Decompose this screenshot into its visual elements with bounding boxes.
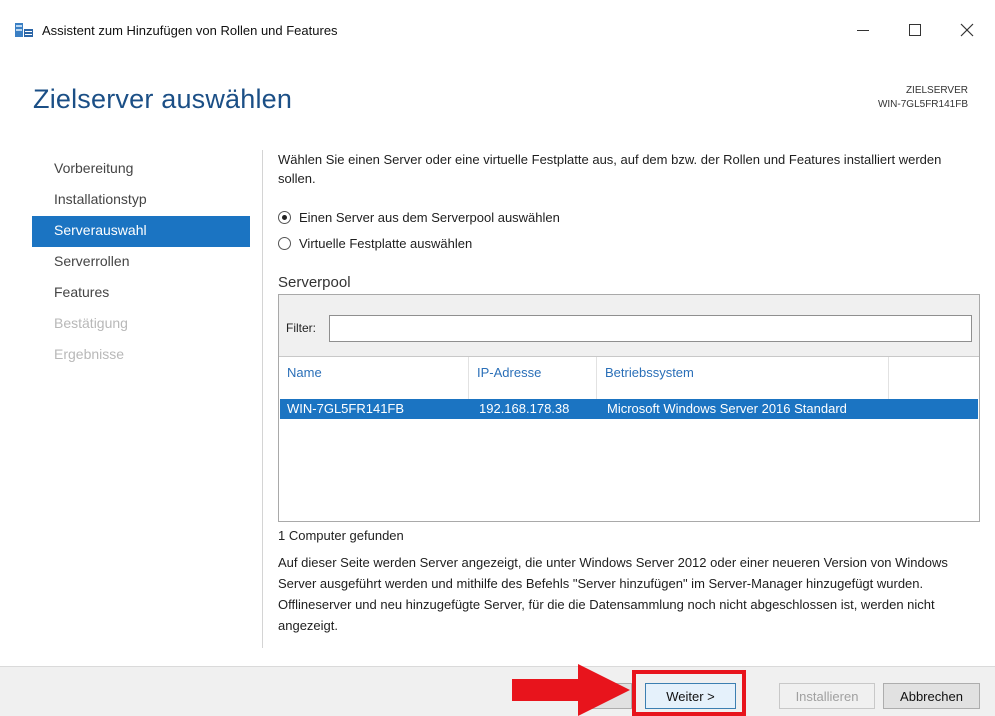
radio-virtual-disk[interactable]: [278, 237, 291, 250]
intro-text: Wählen Sie einen Server oder eine virtue…: [278, 152, 942, 186]
minimize-button[interactable]: [840, 14, 886, 46]
title-bar: Assistent zum Hinzufügen von Rollen und …: [0, 0, 995, 56]
option-server-pool[interactable]: Einen Server aus dem Serverpool auswähle…: [278, 210, 560, 225]
nav-item-features[interactable]: Features: [32, 278, 250, 309]
wizard-footer: Weiter > Installieren Abbrechen: [0, 666, 995, 716]
nav-item-serverrollen[interactable]: Serverrollen: [32, 247, 250, 278]
cell-operating-system: Microsoft Windows Server 2016 Standard: [607, 401, 847, 416]
found-count: 1 Computer gefunden: [278, 528, 404, 543]
column-header-os[interactable]: Betriebssystem: [597, 357, 889, 399]
cell-ip-address: 192.168.178.38: [479, 401, 570, 416]
description-text: Auf dieser Seite werden Server angezeigt…: [278, 555, 948, 633]
filter-bar: Filter:: [279, 295, 979, 357]
close-icon: [960, 23, 974, 37]
table-row[interactable]: WIN-7GL5FR141FB 192.168.178.38 Microsoft…: [280, 399, 978, 419]
annotation-highlight-box: [632, 670, 746, 716]
page-title: Zielserver auswählen: [33, 84, 293, 114]
serverpool-label: Serverpool: [278, 274, 351, 291]
cell-server-name: WIN-7GL5FR141FB: [287, 401, 405, 416]
maximize-button[interactable]: [892, 14, 938, 46]
column-header-ip[interactable]: IP-Adresse: [469, 357, 597, 399]
nav-item-ergebnisse: Ergebnisse: [54, 346, 125, 362]
nav-item-vorbereitung[interactable]: Vorbereitung: [32, 154, 250, 185]
serverpool-list: Filter: Name IP-Adresse Betriebssystem W…: [278, 294, 980, 522]
annotation-arrow-icon: [512, 664, 630, 716]
option-server-pool-label: Einen Server aus dem Serverpool auswähle…: [299, 210, 560, 225]
radio-server-pool[interactable]: [278, 211, 291, 224]
nav-divider: [262, 150, 263, 648]
option-virtual-disk-label: Virtuelle Festplatte auswählen: [299, 236, 473, 251]
nav-item-installationstyp[interactable]: Installationstyp: [32, 185, 250, 216]
window-title: Assistent zum Hinzufügen von Rollen und …: [42, 23, 338, 38]
option-virtual-disk[interactable]: Virtuelle Festplatte auswählen: [278, 236, 472, 251]
close-button[interactable]: [944, 14, 990, 46]
server-manager-icon: [15, 23, 33, 37]
cancel-button[interactable]: Abbrechen: [883, 683, 980, 709]
filter-label: Filter:: [286, 321, 316, 335]
maximize-icon: [909, 24, 921, 36]
wizard-navigation: Vorbereitung Installationstyp Serverausw…: [32, 154, 250, 371]
destination-server-name: WIN-7GL5FR141FB: [877, 99, 968, 110]
destination-caption: ZIELSERVER: [905, 85, 968, 96]
destination-server-info: ZIELSERVER WIN-7GL5FR141FB: [878, 84, 968, 112]
filter-input[interactable]: [329, 315, 972, 342]
column-header-empty: [889, 357, 979, 399]
column-header-name[interactable]: Name: [279, 357, 469, 399]
grid-header: Name IP-Adresse Betriebssystem: [279, 357, 979, 399]
install-button: Installieren: [779, 683, 875, 709]
nav-item-bestaetigung: Bestätigung: [54, 315, 128, 331]
minimize-icon: [857, 29, 869, 31]
nav-item-serverauswahl[interactable]: Serverauswahl: [32, 216, 250, 247]
